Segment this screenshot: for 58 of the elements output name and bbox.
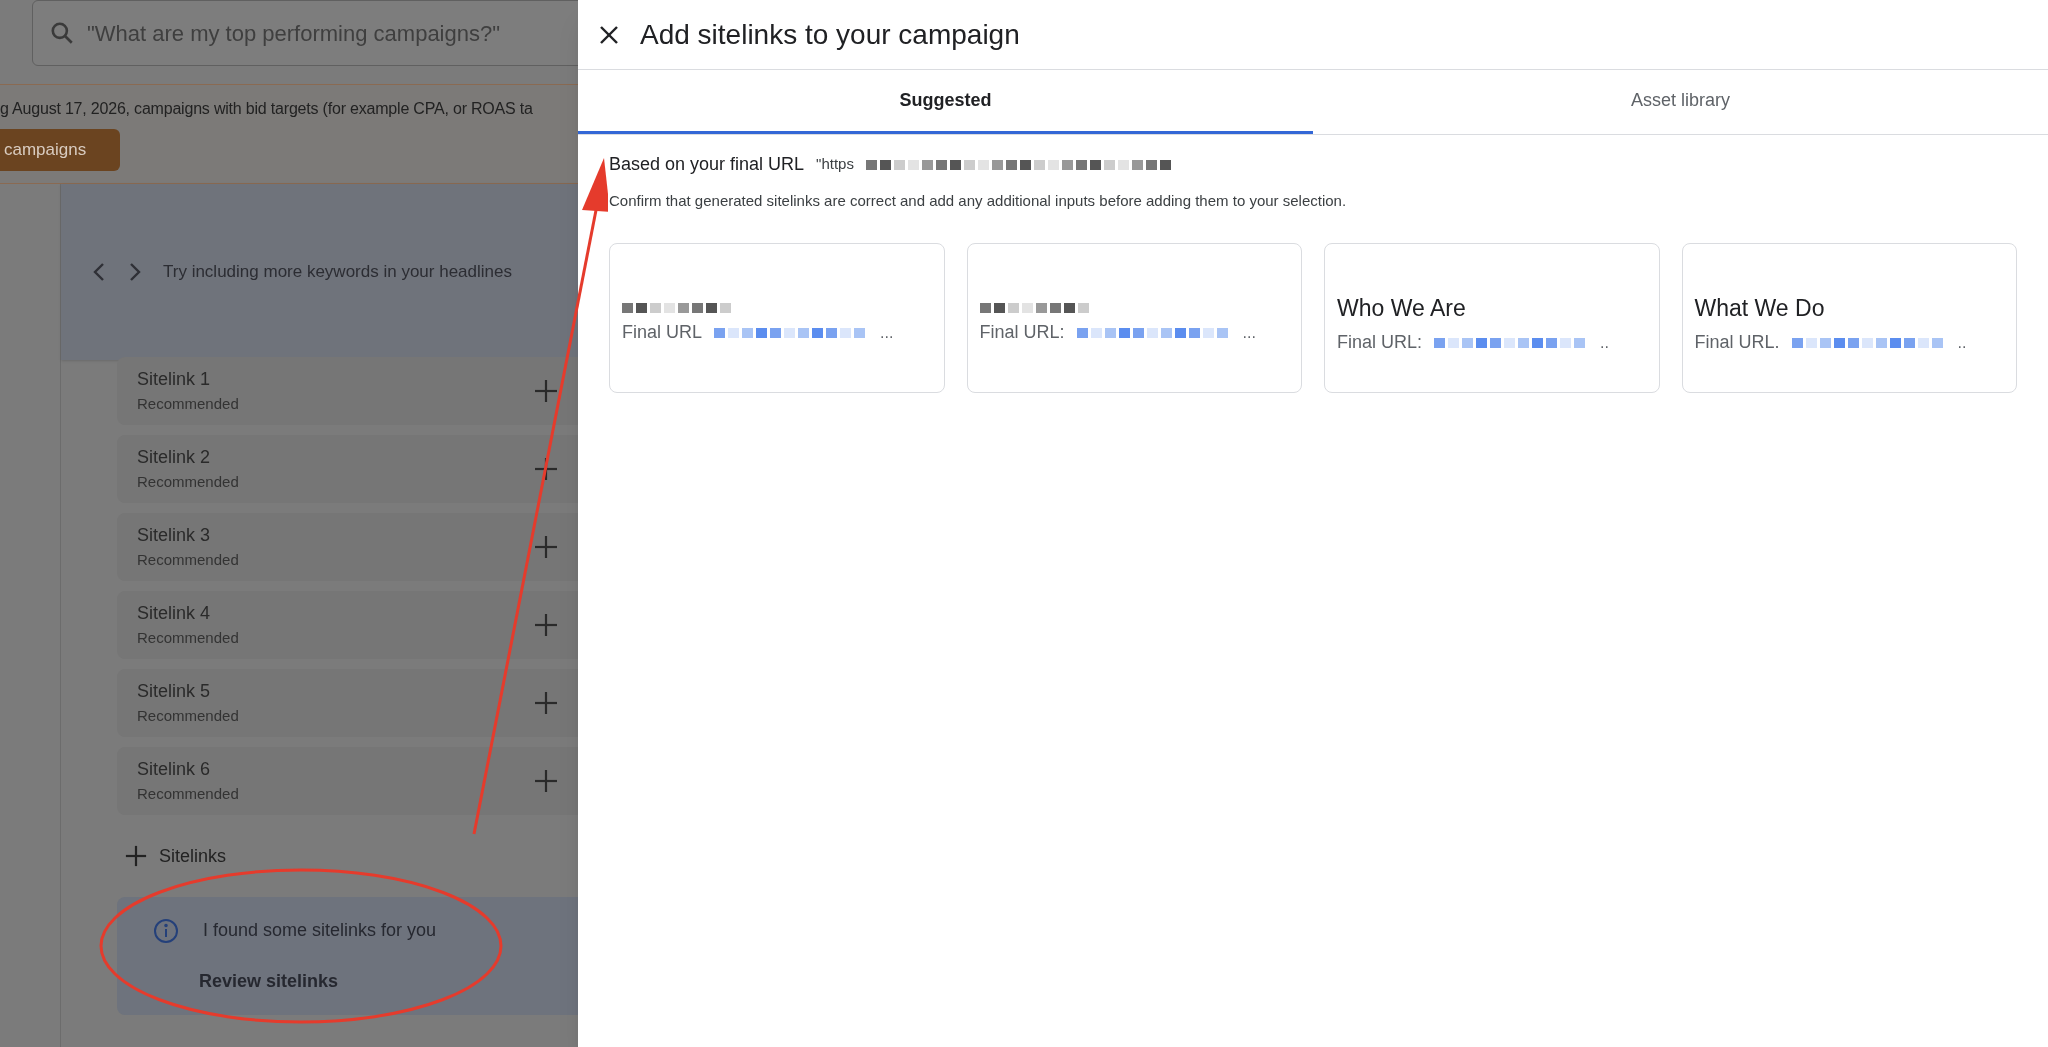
campaigns-button[interactable]: campaigns <box>0 129 120 171</box>
sitelink-card[interactable]: What We Do Final URL. .. <box>1681 242 2017 393</box>
card-title: Who We Are <box>1337 293 1467 323</box>
url-ellipsis: .. <box>1600 332 1609 353</box>
plus-icon[interactable] <box>534 379 558 403</box>
sitelink-subtitle: Recommended <box>137 706 239 727</box>
chevron-right-icon[interactable] <box>127 261 143 283</box>
plus-icon[interactable] <box>534 457 558 481</box>
final-url-label: Final URL <box>622 321 703 344</box>
sitelink-row[interactable]: Sitelink 3 Recommended <box>117 513 578 581</box>
sitelink-subtitle: Recommended <box>137 550 239 571</box>
tab[interactable]: Asset library <box>1313 70 2048 134</box>
review-sitelinks-link[interactable]: Review sitelinks <box>199 968 339 995</box>
sitelink-title: Sitelink 5 <box>137 680 212 704</box>
sitelink-title: Sitelink 3 <box>137 524 212 548</box>
sitelink-card[interactable]: Who We Are Final URL: .. <box>1324 242 1660 393</box>
chevron-left-icon[interactable] <box>91 261 107 283</box>
final-url-label: Final URL: <box>979 321 1065 344</box>
sitelink-card[interactable]: Final URL: ... <box>966 242 1302 393</box>
sitelink-row[interactable]: Sitelink 1 Recommended <box>117 357 578 425</box>
sitelink-subtitle: Recommended <box>137 628 239 649</box>
close-icon[interactable] <box>598 23 620 46</box>
sitelink-row[interactable]: Sitelink 5 Recommended <box>117 669 578 737</box>
card-title: What We Do <box>1694 293 1826 323</box>
final-url-label: Final URL. <box>1694 331 1780 355</box>
final-url-label: Final URL: <box>1337 331 1423 355</box>
instructions-text: Confirm that generated sitelinks are correct and add any additional inputs before adding them to your selection. <box>609 191 1348 211</box>
sitelink-subtitle: Recommended <box>137 472 239 493</box>
search-input[interactable]: "What are my top performing campaigns?" <box>87 16 567 50</box>
plus-icon[interactable] <box>534 769 558 793</box>
source-label: Based on your final URL <box>609 153 805 176</box>
suggestion-text: Try including more keywords in your headlines <box>163 261 512 284</box>
sitelink-card[interactable]: Final URL ... <box>609 242 945 393</box>
sitelink-row[interactable]: Sitelink 2 Recommended <box>117 435 578 503</box>
sitelink-row[interactable]: Sitelink 4 Recommended <box>117 591 578 659</box>
plus-icon[interactable] <box>534 691 558 715</box>
search-field[interactable]: "What are my top performing campaigns?" <box>32 0 578 66</box>
add-sitelinks-button[interactable]: Sitelinks <box>125 841 578 871</box>
plus-icon[interactable] <box>534 613 558 637</box>
url-ellipsis: ... <box>1242 322 1256 343</box>
plus-icon[interactable] <box>534 535 558 559</box>
url-ellipsis: ... <box>880 322 894 343</box>
sitelink-subtitle: Recommended <box>137 394 239 415</box>
info-text: I found some sitelinks for you <box>203 919 437 942</box>
plus-icon <box>125 845 147 867</box>
sitelink-row[interactable]: Sitelink 6 Recommended <box>117 747 578 815</box>
sitelink-title: Sitelink 1 <box>137 368 212 392</box>
notice-text: g August 17, 2026, campaigns with bid targets (for example CPA, or ROAS ta <box>0 99 534 119</box>
sitelink-title: Sitelink 4 <box>137 602 212 626</box>
source-url: "https <box>816 154 854 175</box>
info-icon <box>153 917 179 944</box>
url-ellipsis: .. <box>1957 332 1967 353</box>
search-icon <box>49 20 75 46</box>
sitelink-subtitle: Recommended <box>137 784 239 805</box>
sitelink-title: Sitelink 6 <box>137 758 212 782</box>
sitelink-title: Sitelink 2 <box>137 446 212 470</box>
tab[interactable]: Suggested <box>578 70 1313 134</box>
panel-title: Add sitelinks to your campaign <box>640 17 1020 52</box>
